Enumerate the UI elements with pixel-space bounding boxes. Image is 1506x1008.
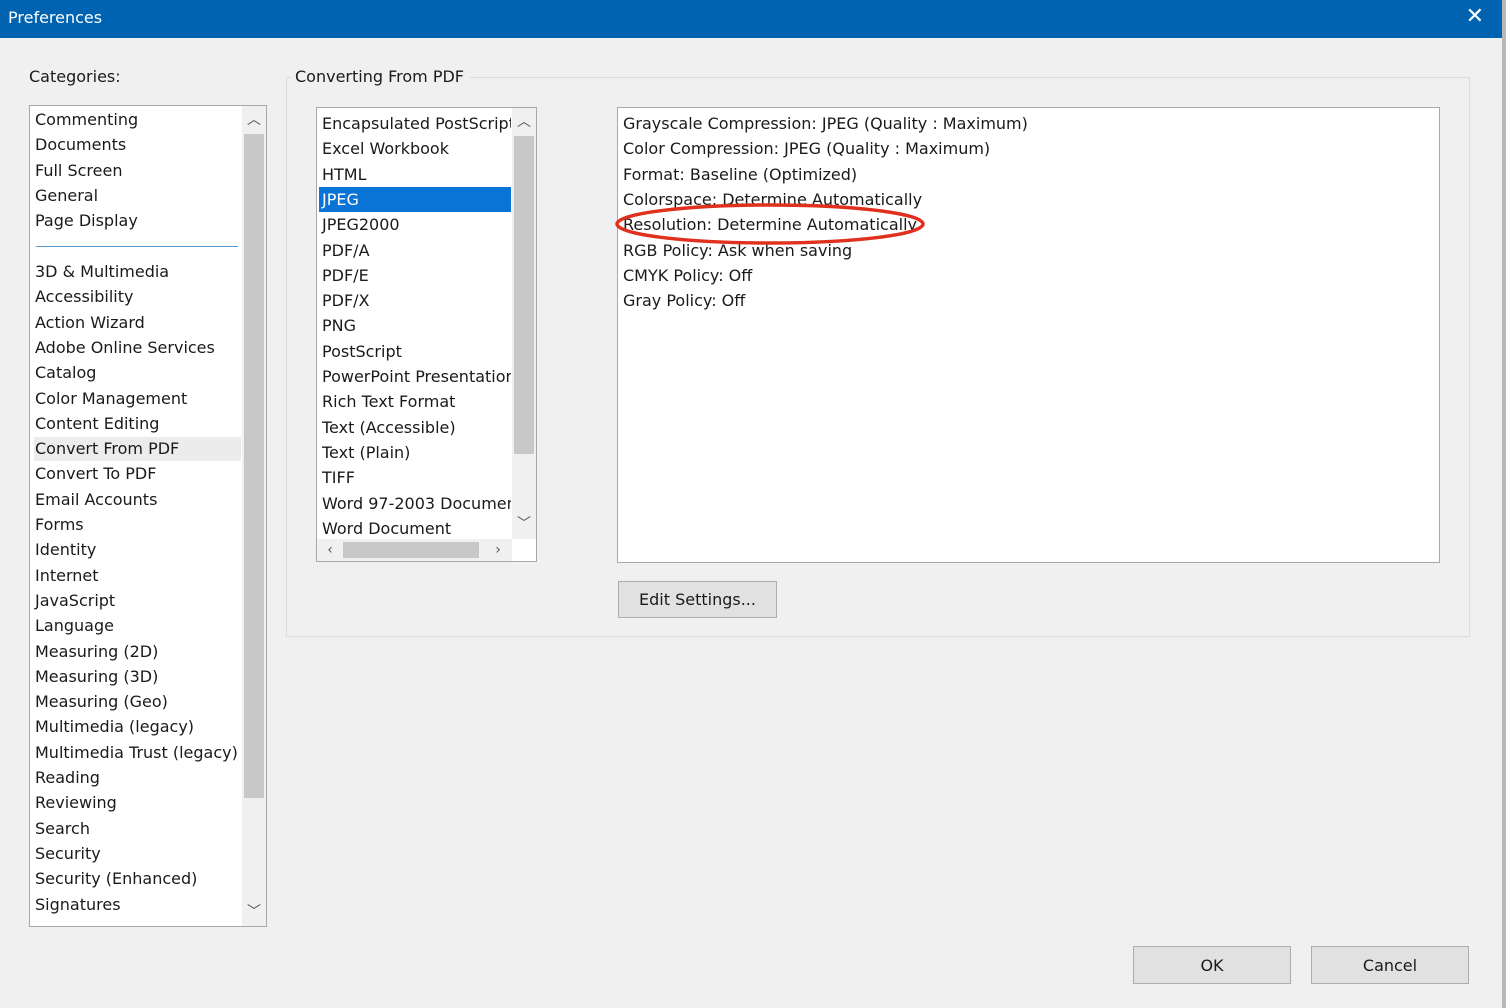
setting-line: Gray Policy: Off — [623, 291, 746, 311]
category-item[interactable]: Email Accounts — [34, 488, 241, 512]
category-item[interactable]: General — [34, 184, 241, 208]
category-item[interactable]: Adobe Online Services — [34, 336, 241, 360]
category-item[interactable]: Commenting — [34, 108, 241, 132]
format-list[interactable]: Encapsulated PostScript Excel Workbook HTM… — [316, 107, 537, 562]
format-item[interactable]: Excel Workbook — [319, 136, 511, 161]
category-item[interactable]: Reading — [34, 766, 241, 790]
category-item[interactable]: Security (Enhanced) — [34, 867, 241, 891]
categories-list[interactable]: Commenting Documents Full Screen General Pag… — [29, 105, 267, 927]
setting-line: Grayscale Compression: JPEG (Quality : M… — [623, 114, 1028, 133]
category-item[interactable]: Page Display — [34, 209, 241, 233]
close-icon[interactable]: ✕ — [1466, 5, 1484, 29]
categories-label: Categories: — [29, 67, 121, 86]
format-item[interactable]: PDF/E — [319, 263, 511, 288]
format-item[interactable]: PowerPoint Presentation — [319, 364, 511, 389]
category-item[interactable]: Multimedia Trust (legacy) — [34, 741, 241, 765]
hscrollbar-thumb[interactable] — [343, 542, 479, 558]
category-item[interactable]: Forms — [34, 513, 241, 537]
category-item[interactable]: Multimedia (legacy) — [34, 715, 241, 739]
format-item[interactable]: JPEG2000 — [319, 212, 511, 237]
format-item[interactable]: Text (Accessible) — [319, 415, 511, 440]
window-title: Preferences — [8, 8, 103, 27]
setting-line: Color Compression: JPEG (Quality : Maxim… — [623, 139, 991, 159]
setting-line: RGB Policy: Ask when saving — [623, 240, 853, 260]
category-item[interactable]: JavaScript — [34, 589, 241, 613]
category-item[interactable]: Convert From PDF — [34, 437, 241, 462]
title-bar: Preferences ✕ — [0, 0, 1502, 38]
category-item[interactable]: Internet — [34, 564, 241, 588]
category-item[interactable]: Security — [34, 842, 241, 866]
categories-scrollbar[interactable]: ︿ ﹀ — [242, 106, 266, 926]
category-item[interactable]: Action Wizard — [34, 311, 241, 335]
chevron-up-icon[interactable]: ︿ — [242, 110, 266, 130]
format-scrollbar[interactable]: ︿ ﹀ — [512, 108, 536, 539]
category-item[interactable]: Documents — [34, 133, 241, 157]
format-hscrollbar[interactable]: ‹ › — [317, 539, 512, 561]
format-item[interactable]: PNG — [319, 313, 511, 338]
category-item[interactable]: Identity — [34, 538, 241, 562]
format-item[interactable]: HTML — [319, 162, 511, 187]
category-item[interactable]: Full Screen — [34, 159, 241, 183]
format-item[interactable]: PDF/X — [319, 288, 511, 313]
format-item[interactable]: JPEG — [319, 186, 511, 212]
format-item[interactable]: PDF/A — [319, 238, 511, 263]
cancel-button[interactable]: Cancel — [1311, 946, 1469, 984]
setting-line: Colorspace: Determine Automatically — [623, 189, 923, 209]
settings-details: Grayscale Compression: JPEG (Quality : M… — [617, 107, 1440, 563]
category-item[interactable]: Language — [34, 614, 241, 638]
format-item[interactable]: TIFF — [319, 465, 511, 490]
category-item[interactable]: Reviewing — [34, 791, 241, 815]
format-item[interactable]: Encapsulated PostScript — [319, 111, 511, 136]
edit-settings-button[interactable]: Edit Settings... — [618, 581, 777, 618]
format-item[interactable]: Word Document — [319, 516, 511, 541]
category-item[interactable]: Catalog — [34, 361, 241, 385]
setting-line: Format: Baseline (Optimized) — [623, 164, 858, 184]
chevron-up-icon[interactable]: ︿ — [512, 112, 536, 132]
category-item[interactable]: Color Management — [34, 387, 241, 411]
chevron-right-icon[interactable]: › — [487, 539, 509, 561]
format-item[interactable]: PostScript — [319, 339, 511, 364]
scrollbar-thumb[interactable] — [244, 134, 264, 798]
category-item[interactable]: Content Editing — [34, 412, 241, 436]
format-item[interactable]: Rich Text Format — [319, 389, 511, 414]
chevron-left-icon[interactable]: ‹ — [319, 539, 341, 561]
category-item[interactable]: Measuring (2D) — [34, 640, 241, 664]
scrollbar-thumb[interactable] — [514, 136, 534, 454]
categories-separator — [36, 246, 238, 247]
format-item[interactable]: Text (Plain) — [319, 440, 511, 465]
group-label: Converting From PDF — [291, 67, 470, 86]
chevron-down-icon[interactable]: ﹀ — [512, 514, 536, 534]
category-item[interactable]: Accessibility — [34, 285, 241, 309]
format-item[interactable]: Word 97-2003 Documen — [319, 491, 511, 516]
category-item[interactable]: Signatures — [34, 893, 241, 917]
category-item[interactable]: Measuring (3D) — [34, 665, 241, 689]
ok-button[interactable]: OK — [1133, 946, 1291, 984]
category-item[interactable]: 3D & Multimedia — [34, 260, 241, 284]
category-item[interactable]: Convert To PDF — [34, 462, 241, 486]
setting-line: Resolution: Determine Automatically — [623, 215, 917, 235]
category-item[interactable]: Measuring (Geo) — [34, 690, 241, 714]
chevron-down-icon[interactable]: ﹀ — [242, 902, 266, 922]
category-item[interactable]: Search — [34, 817, 241, 841]
window-edge — [1502, 0, 1506, 1008]
setting-line: CMYK Policy: Off — [623, 265, 753, 285]
